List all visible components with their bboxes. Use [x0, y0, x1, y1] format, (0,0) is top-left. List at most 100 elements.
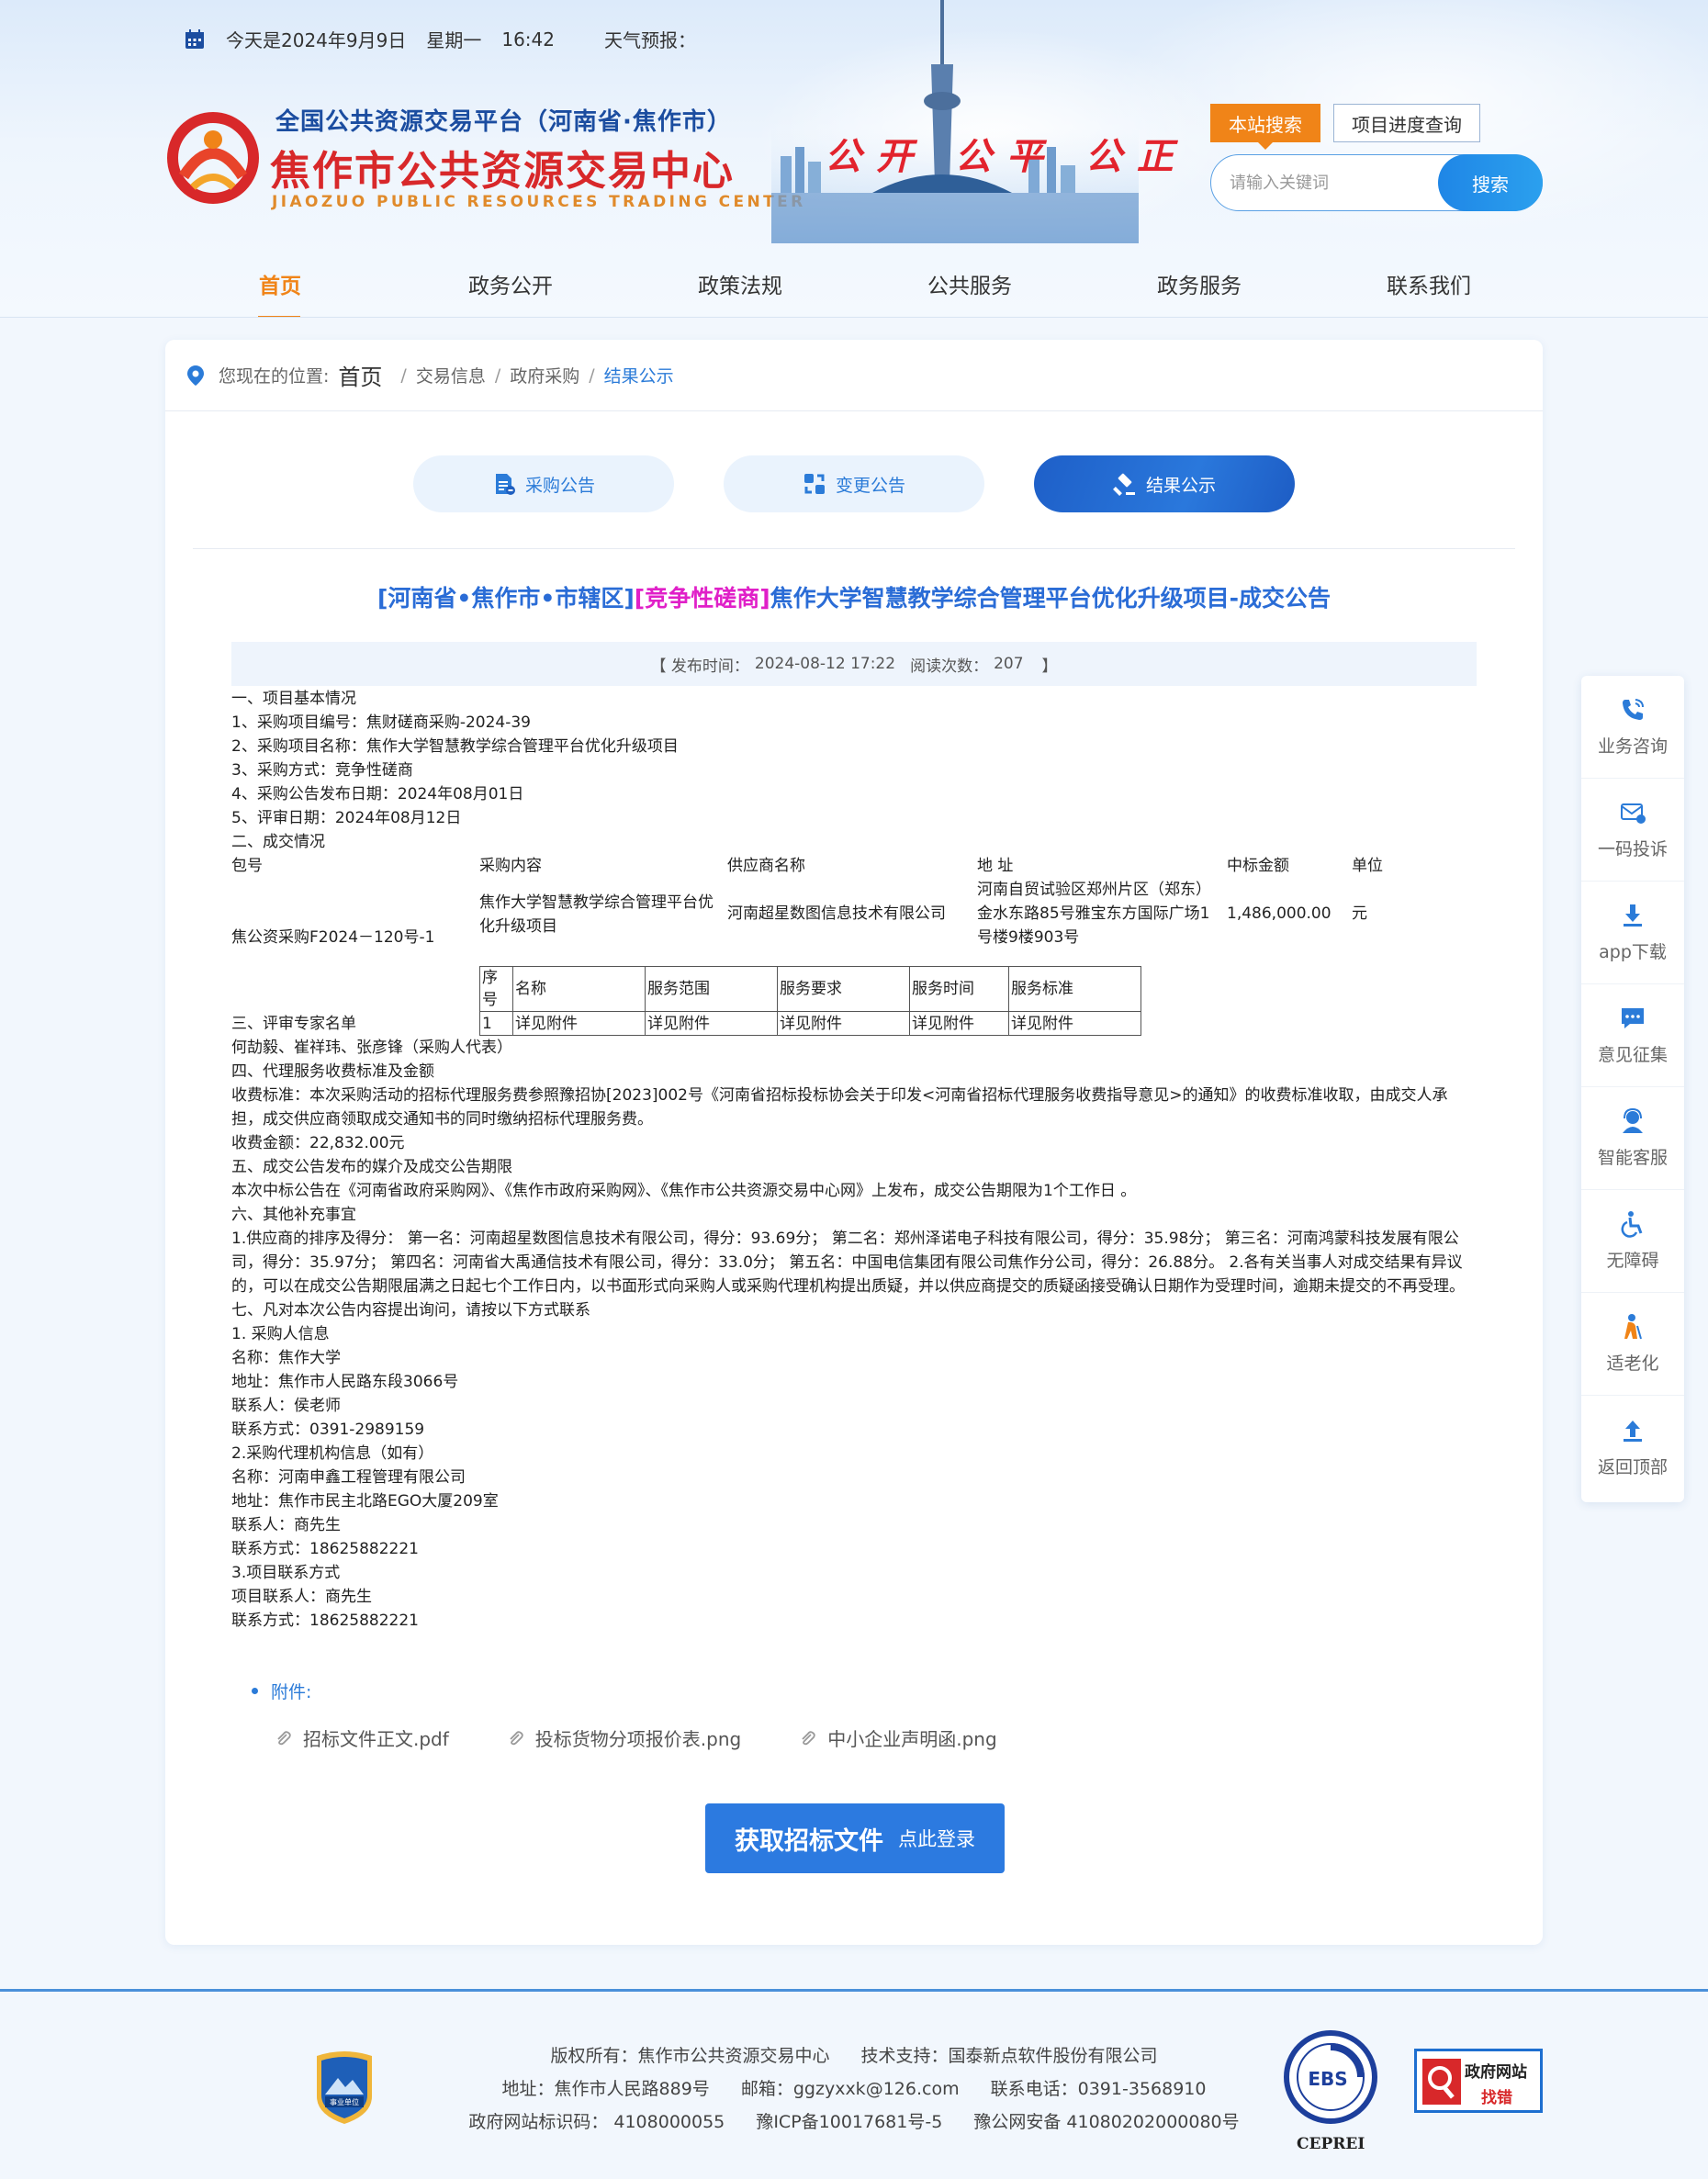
footer-phone: 联系电话：0391-3568910 — [990, 2079, 1207, 2099]
breadcrumb-home[interactable]: 首页 — [338, 359, 382, 391]
sub-cell: 1 — [479, 1011, 513, 1036]
title-region-tag: [河南省•焦作市•市辖区] — [376, 585, 635, 612]
sub-cell: 详见附件 — [777, 1011, 910, 1036]
cepre-text: CEPREI — [1297, 2135, 1365, 2153]
sub-cell: 详见附件 — [909, 1011, 1009, 1036]
breadcrumb-gov-procurement[interactable]: 政府采购 — [510, 363, 579, 388]
nav-public-service[interactable]: 公共服务 — [927, 268, 1012, 299]
side-label: 意见征集 — [1597, 1045, 1668, 1065]
nav-home[interactable]: 首页 — [259, 268, 301, 299]
category-result-notice[interactable]: 结果公示 — [1034, 455, 1295, 512]
get-bid-document-button[interactable]: 获取招标文件 点此登录 — [705, 1803, 1005, 1873]
footer-icp[interactable]: 豫ICP备10017681号-5 — [756, 2112, 942, 2132]
nav-gov-affairs-open[interactable]: 政务公开 — [468, 268, 553, 299]
body-line: 何劼毅、崔祥玮、张彦锋（采购人代表） — [231, 1039, 512, 1057]
bullet-dot — [252, 1688, 258, 1694]
attachment-name: 投标货物分项报价表.png — [534, 1728, 742, 1750]
sub-header: 服务标准 — [1008, 966, 1141, 1012]
cepre-mark: EBS — [1308, 2068, 1347, 2090]
side-smart-service[interactable]: 智能客服 — [1581, 1087, 1684, 1190]
side-complaint[interactable]: 一码投诉 — [1581, 779, 1684, 882]
breadcrumb-current[interactable]: 结果公示 — [604, 363, 674, 388]
body-line: 本次中标公告在《河南省政府采购网》、《焦作市政府采购网》、《焦作市公共资源交易中… — [231, 1182, 1137, 1200]
category-label: 采购公告 — [524, 475, 595, 496]
footer-copyright: 版权所有：焦作市公共资源交易中心 — [550, 2046, 830, 2066]
sub-cell: 详见附件 — [645, 1011, 778, 1036]
wheelchair-icon — [1621, 1211, 1643, 1238]
body-line: 地址：焦作市民主北路EGO大厦209室 — [231, 1492, 499, 1511]
body-line: 名称：焦作大学 — [231, 1349, 341, 1367]
footer-row: 地址：焦作市人民路889号 邮箱：ggzyxxk@126.com 联系电话：03… — [422, 2072, 1286, 2106]
breadcrumb-separator: / — [400, 365, 407, 386]
attachment-item[interactable]: 中小企业声明函.png — [798, 1724, 997, 1751]
deal-header-unit: 单位 — [1352, 857, 1383, 875]
elderly-icon — [1624, 1314, 1642, 1340]
gov-site-error-report[interactable]: 政府网站 找错 — [1414, 2049, 1543, 2113]
breadcrumb-separator: / — [589, 365, 595, 386]
attachment-name: 中小企业声明函.png — [827, 1728, 997, 1750]
current-weekday: 星期一 — [426, 29, 482, 51]
side-feedback[interactable]: 意见征集 — [1581, 984, 1684, 1087]
attachment-item[interactable]: 投标货物分项报价表.png — [506, 1724, 741, 1751]
body-line: 联系人：侯老师 — [231, 1397, 341, 1415]
deal-table: 包号 采购内容 供应商名称 地 址 中标金额 单位 焦公资采购F2024－120… — [231, 854, 1477, 1036]
category-procurement-notice[interactable]: 采购公告 — [413, 455, 674, 512]
table-row: 序号 名称 服务范围 服务要求 服务时间 服务标准 — [479, 966, 1141, 1012]
zfwz-line2: 找错 — [1481, 2089, 1512, 2107]
deal-package: 焦公资采购F2024－120号-1 — [231, 928, 435, 947]
nav-contact[interactable]: 联系我们 — [1387, 268, 1471, 299]
search-button[interactable]: 搜索 — [1438, 154, 1543, 211]
gavel-icon — [1113, 473, 1135, 496]
nav-policy[interactable]: 政策法规 — [698, 268, 782, 299]
sub-header: 服务时间 — [909, 966, 1009, 1012]
category-buttons: 采购公告 变更公告 结果公示 — [413, 455, 1344, 512]
sub-cell: 详见附件 — [1008, 1011, 1141, 1036]
side-consult[interactable]: 业务咨询 — [1581, 676, 1684, 779]
category-change-notice[interactable]: 变更公告 — [724, 455, 984, 512]
table-row: 1 详见附件 详见附件 详见附件 详见附件 详见附件 — [479, 1011, 1141, 1036]
body-line: 1. 采购人信息 — [231, 1325, 330, 1343]
attachments-title: 附件: — [271, 1682, 312, 1702]
current-date: 今天是2024年9月9日 — [226, 29, 407, 51]
search-input[interactable] — [1230, 168, 1413, 197]
side-back-to-top[interactable]: 返回顶部 — [1581, 1396, 1684, 1499]
side-elderly-mode[interactable]: 适老化 — [1581, 1293, 1684, 1396]
customer-service-icon — [1623, 1107, 1643, 1133]
body-line: 联系方式：0391-2989159 — [231, 1421, 425, 1439]
title-method-tag: [竞争性磋商] — [634, 585, 770, 612]
weather-forecast: 天气预报： — [604, 29, 696, 51]
body-line: 收费标准：本次采购活动的招标代理服务费参照豫招协[2023]002号《河南省招标… — [231, 1086, 1448, 1129]
mail-icon — [1621, 803, 1646, 824]
city-tower-illustration — [771, 0, 1139, 243]
breadcrumb-trade-info[interactable]: 交易信息 — [416, 363, 486, 388]
header-divider — [0, 317, 1708, 318]
main-nav: 首页 政务公开 政策法规 公共服务 政务服务 联系我们 — [0, 248, 1708, 317]
get-button-login: 点此登录 — [898, 1828, 975, 1850]
sub-cell: 详见附件 — [512, 1011, 646, 1036]
body-line: 联系方式：18625882221 — [231, 1540, 419, 1558]
body-line: 项目联系人：商先生 — [231, 1588, 372, 1606]
date-bar: 今天是2024年9月9日 星期一 16:42 天气预报： — [184, 26, 716, 52]
article-meta: 【 发布时间： 2024-08-12 17:22 阅读次数： 207 】 — [231, 642, 1477, 686]
attachment-item[interactable]: 招标文件正文.pdf — [274, 1724, 449, 1751]
download-icon — [1624, 904, 1642, 927]
category-label: 结果公示 — [1145, 475, 1216, 496]
tab-project-progress[interactable]: 项目进度查询 — [1333, 104, 1480, 142]
footer-address: 地址：焦作市人民路889号 — [501, 2079, 710, 2099]
footer-email: 邮箱：ggzyxxk@126.com — [740, 2079, 960, 2099]
side-app-download[interactable]: app下载 — [1581, 882, 1684, 984]
side-label: app下载 — [1599, 942, 1667, 962]
side-accessibility[interactable]: 无障碍 — [1581, 1190, 1684, 1293]
tab-site-search[interactable]: 本站搜索 — [1210, 104, 1320, 150]
footer-tech-support: 技术支持：国泰新点软件股份有限公司 — [860, 2046, 1158, 2066]
nav-gov-service[interactable]: 政务服务 — [1157, 268, 1242, 299]
footer-police-record[interactable]: 豫公网安备 41080202000080号 — [973, 2112, 1239, 2132]
reads-count: 207 — [994, 655, 1024, 673]
section-divider — [193, 548, 1515, 549]
upload-arrow-icon — [1624, 1420, 1642, 1442]
deal-header-amount: 中标金额 — [1227, 857, 1289, 875]
body-line: 3.项目联系方式 — [231, 1564, 341, 1582]
side-float-menu: 业务咨询 一码投诉 app下载 意见征集 智能客服 无障碍 适老化 返回顶部 — [1581, 676, 1684, 1502]
deal-header-supplier: 供应商名称 — [727, 857, 805, 875]
calendar-icon — [185, 28, 204, 49]
